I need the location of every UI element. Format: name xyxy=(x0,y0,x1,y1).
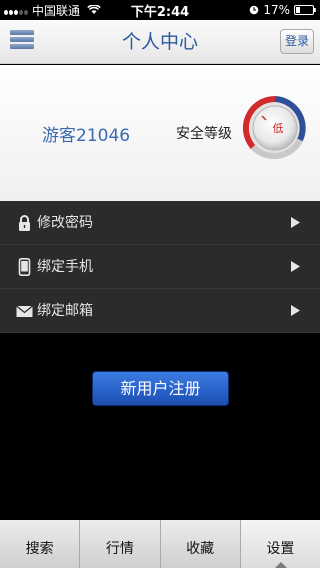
bind-phone-row[interactable]: 绑定手机 xyxy=(0,245,320,289)
new-user-register-button[interactable]: 新用户注册 xyxy=(92,371,229,406)
carrier-name: 中国联通 xyxy=(32,3,81,18)
menu-list-button[interactable] xyxy=(10,30,34,54)
tab-search-label: 搜索 xyxy=(25,541,54,557)
bind-email-label: 绑定邮箱 xyxy=(37,303,93,319)
login-button[interactable]: 登录 xyxy=(280,29,314,54)
page-title: 个人中心 xyxy=(121,31,198,53)
status-bar: 中国联通 下午2:44 17% xyxy=(0,0,320,20)
account-menu-list: 修改密码 绑定手机 绑定邮箱 xyxy=(0,201,320,333)
battery-icon xyxy=(294,5,316,15)
profile-panel: 游客21046 安全等级 低 xyxy=(0,65,320,201)
security-level-label: 安全等级 xyxy=(176,126,232,142)
lock-icon xyxy=(19,215,30,231)
username: 游客21046 xyxy=(42,126,131,146)
change-password-row[interactable]: 修改密码 xyxy=(0,201,320,245)
alarm-clock-icon xyxy=(250,5,259,15)
battery-percent: 17% xyxy=(263,3,290,17)
tab-bar: 搜索 行情 收藏 设置 xyxy=(0,520,320,568)
active-tab-indicator xyxy=(274,562,287,568)
tab-favorites[interactable]: 收藏 xyxy=(160,520,241,568)
tab-market[interactable]: 行情 xyxy=(80,520,161,568)
security-level-value: 低 xyxy=(273,122,284,135)
tab-search[interactable]: 搜索 xyxy=(0,520,81,568)
security-level-gauge: 低 xyxy=(242,95,306,159)
signal-strength-icon xyxy=(4,6,28,15)
tab-favorites-label: 收藏 xyxy=(186,541,215,557)
chevron-right-icon xyxy=(291,261,300,272)
bind-phone-label: 绑定手机 xyxy=(37,259,93,275)
chevron-right-icon xyxy=(291,305,300,316)
chevron-right-icon xyxy=(291,217,300,228)
tab-settings-label: 设置 xyxy=(266,541,295,557)
tab-market-label: 行情 xyxy=(105,541,134,557)
tab-settings[interactable]: 设置 xyxy=(240,520,320,568)
wifi-icon xyxy=(87,5,101,14)
change-password-label: 修改密码 xyxy=(37,215,93,231)
mail-icon xyxy=(16,305,33,317)
bind-email-row[interactable]: 绑定邮箱 xyxy=(0,289,320,333)
phone-icon xyxy=(18,258,31,276)
navigation-bar: 个人中心 登录 xyxy=(0,20,320,64)
